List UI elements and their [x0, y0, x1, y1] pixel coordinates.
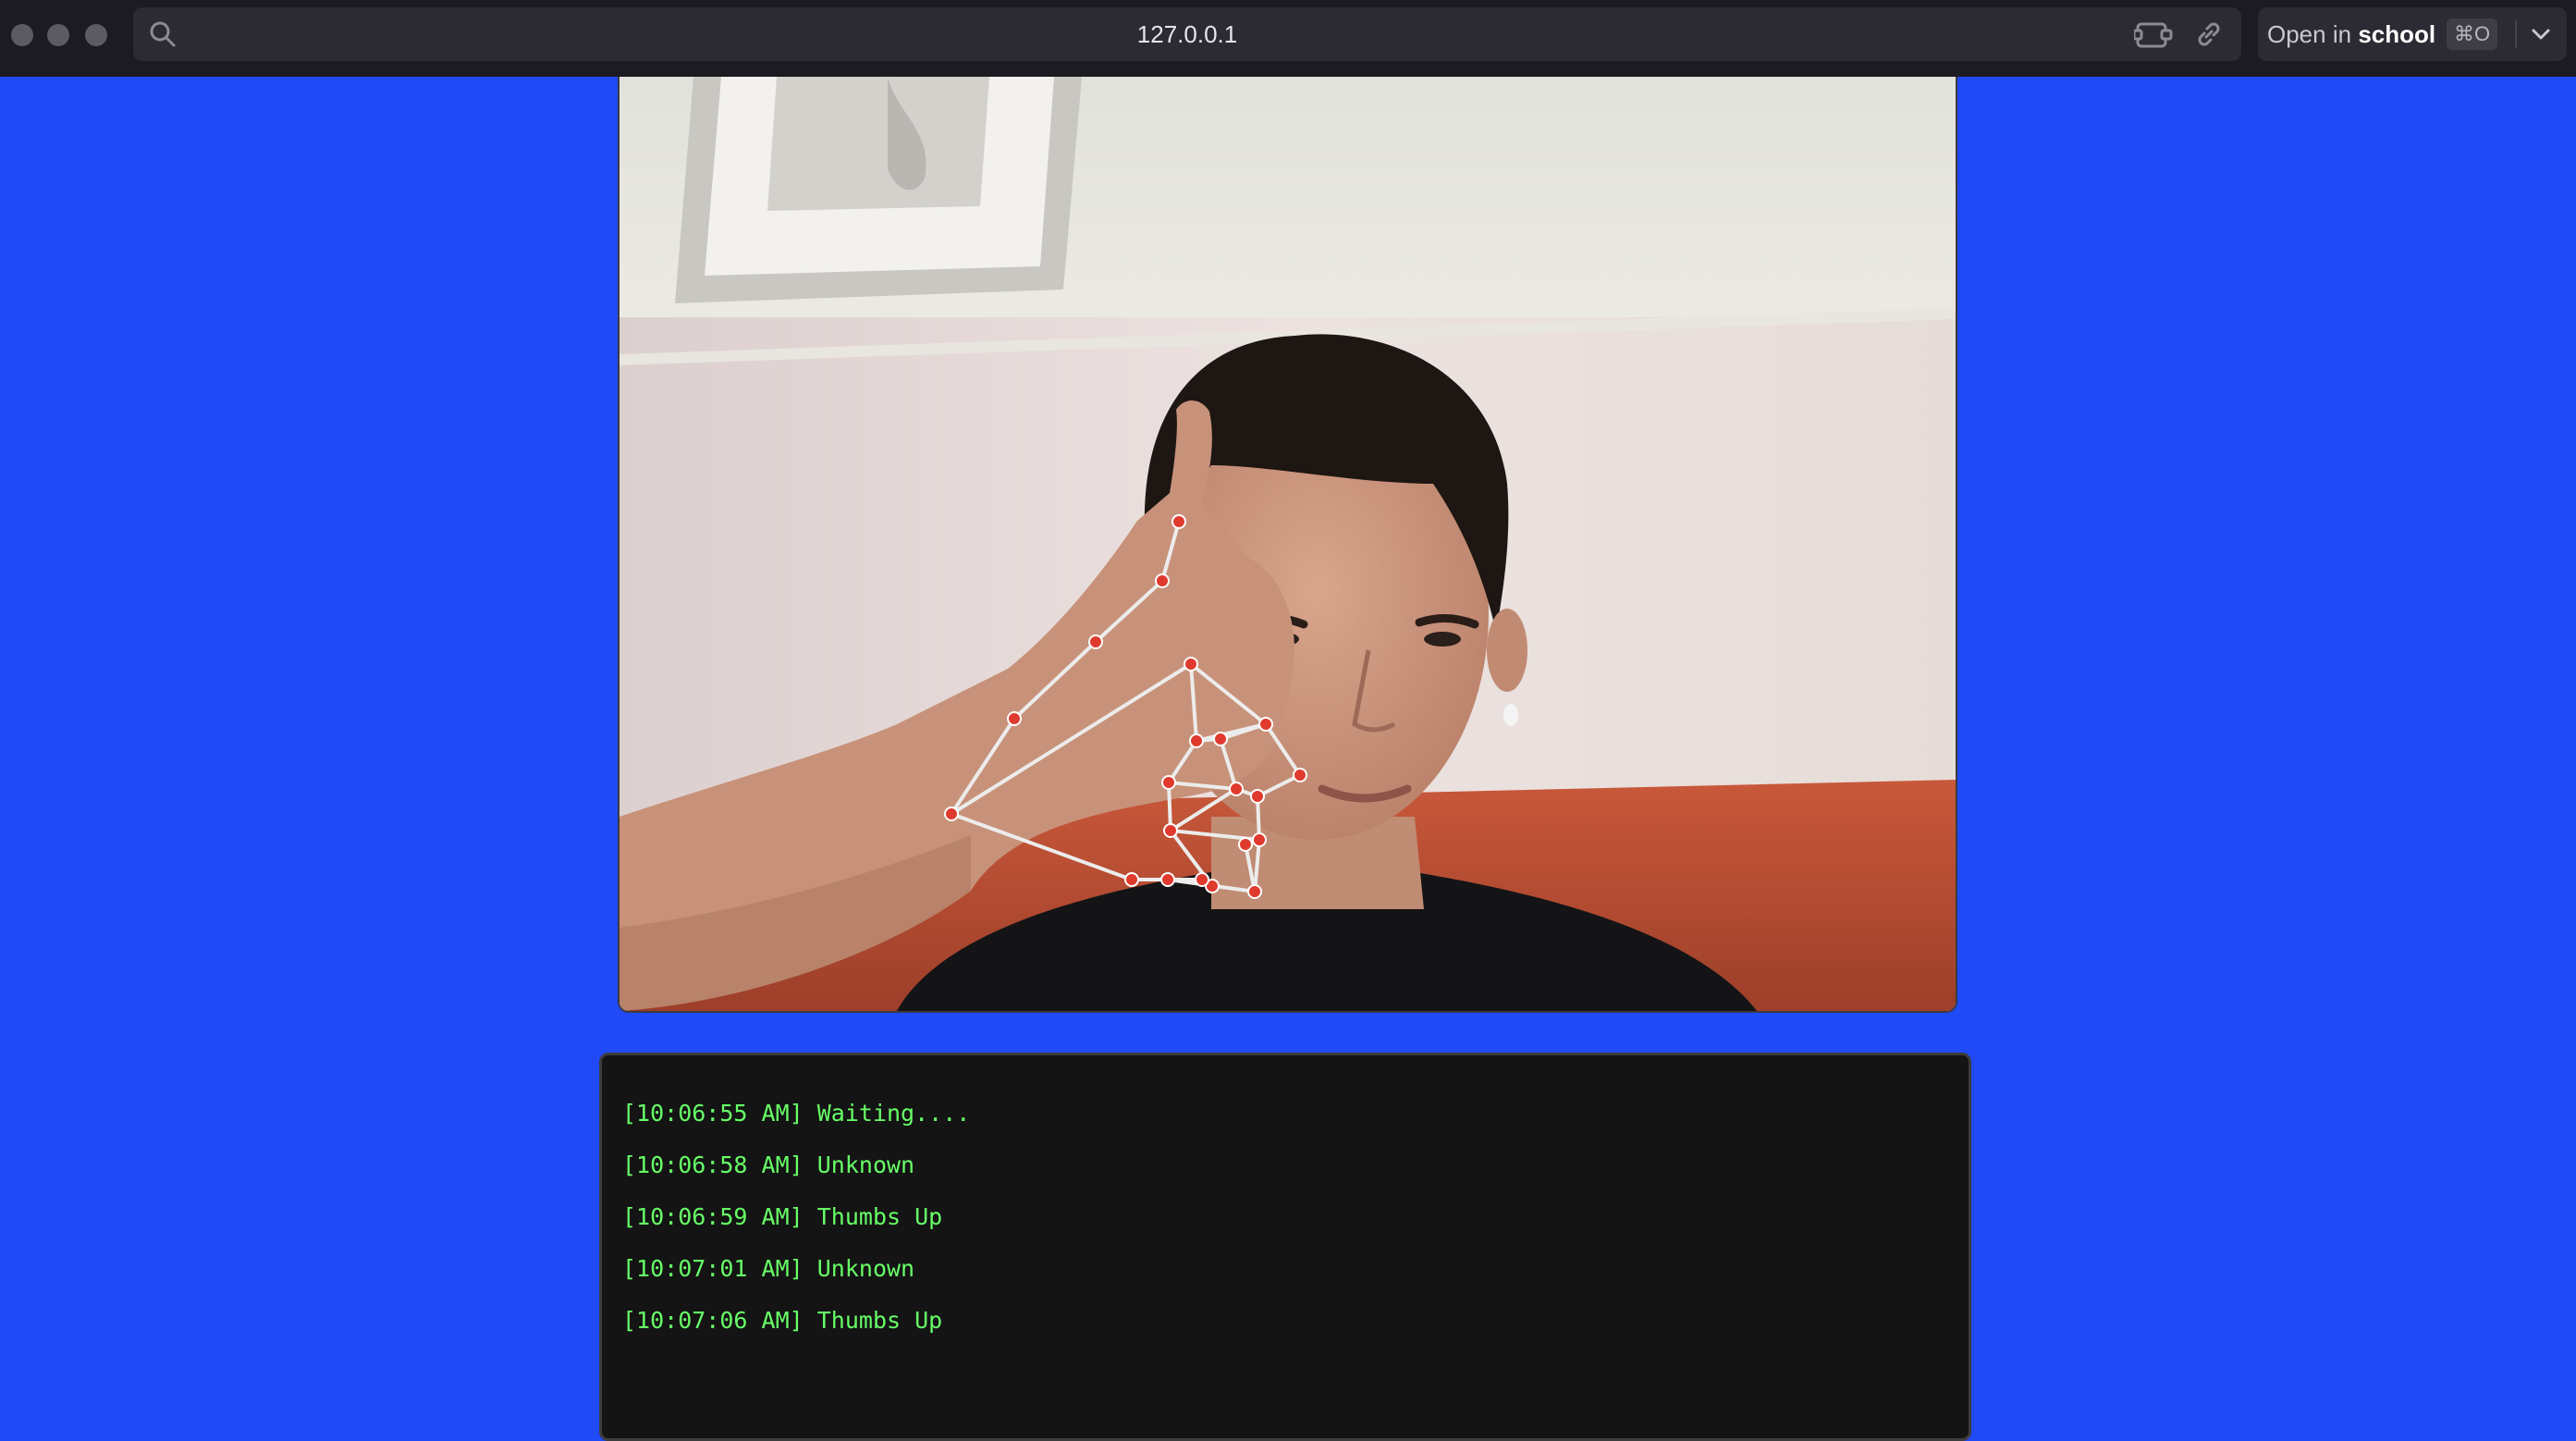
landmark-point: [1007, 711, 1022, 726]
landmark-connection: [1253, 839, 1261, 893]
landmark-connection: [1012, 640, 1098, 720]
landmark-point: [1250, 789, 1265, 804]
landmark-connection: [1169, 787, 1238, 832]
landmark-point: [1195, 872, 1209, 887]
landmark-point: [1252, 832, 1267, 847]
landmark-connection: [1094, 579, 1164, 644]
landmark-connection: [1189, 662, 1268, 726]
landmark-connection: [1167, 739, 1198, 784]
landmark-point: [1213, 732, 1228, 746]
address-bar[interactable]: 127.0.0.1: [133, 7, 2241, 61]
landmark-point: [1124, 872, 1139, 887]
chevron-down-icon[interactable]: [2528, 22, 2554, 46]
landmark-point: [944, 807, 959, 821]
landmark-point: [1155, 573, 1170, 588]
minimize-window-button[interactable]: [47, 24, 69, 46]
browser-toolbar: 127.0.0.1 Open in school ⌘O: [0, 0, 2576, 77]
url-text: 127.0.0.1: [1136, 20, 1238, 48]
divider: [2515, 20, 2517, 48]
landmark-point: [1258, 717, 1273, 732]
log-entry: [10:06:59 AM] Thumbs Up: [622, 1203, 943, 1230]
log-entry: [10:07:01 AM] Unknown: [622, 1255, 915, 1282]
landmark-point: [1163, 823, 1178, 838]
webcam-video: [618, 77, 1957, 1013]
landmark-connection: [1168, 781, 1237, 791]
log-entry: [10:06:58 AM] Unknown: [622, 1152, 915, 1178]
open-in-label: Open in school: [2267, 20, 2436, 48]
landmark-point: [1229, 782, 1244, 796]
landmark-connection: [1219, 738, 1238, 790]
landmark-point: [1247, 884, 1262, 899]
landmark-point: [1238, 837, 1253, 852]
gesture-log-panel: [10:06:55 AM] Waiting.... [10:06:58 AM] …: [599, 1053, 1971, 1441]
landmark-connection: [1264, 722, 1302, 777]
landmark-connection: [1160, 521, 1181, 582]
landmark-connection: [950, 662, 1193, 816]
landmark-point: [1171, 514, 1186, 529]
hand-landmarks-overlay: [944, 514, 1307, 899]
landmark-point: [1293, 768, 1307, 782]
landmark-connection: [950, 717, 1016, 816]
landmark-connection: [1196, 722, 1267, 743]
landmark-point: [1161, 775, 1176, 790]
landmark-connection: [1189, 663, 1198, 742]
close-window-button[interactable]: [11, 24, 33, 46]
landmark-connection: [951, 812, 1133, 881]
link-icon[interactable]: [2193, 18, 2225, 50]
open-in-button[interactable]: Open in school ⌘O: [2258, 7, 2567, 61]
shortcut-badge: ⌘O: [2447, 18, 2498, 50]
landmark-point: [1189, 733, 1204, 748]
landmark-point: [1160, 872, 1175, 887]
log-entry: [10:07:06 AM] Thumbs Up: [622, 1307, 943, 1334]
landmark-point: [1184, 657, 1198, 671]
log-entry: [10:06:55 AM] Waiting....: [622, 1100, 971, 1127]
extension-icon[interactable]: [2134, 18, 2173, 52]
zoom-window-button[interactable]: [85, 24, 107, 46]
landmark-point: [1088, 634, 1103, 649]
